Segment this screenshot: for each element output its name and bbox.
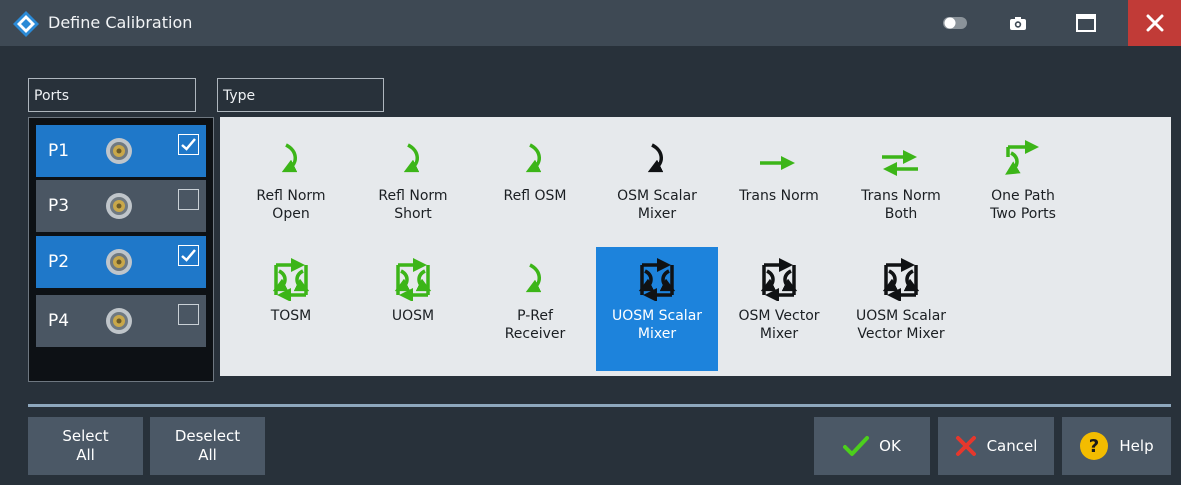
checkmark-icon xyxy=(843,436,870,456)
tile-label-line1: UOSM xyxy=(391,308,435,324)
refl-arrow-icon xyxy=(281,143,298,173)
tile-label-line2: Open xyxy=(272,206,310,222)
tile-label-line2: Mixer xyxy=(759,326,799,342)
type-uosm[interactable]: UOSM xyxy=(352,247,474,371)
window-title: Define Calibration xyxy=(48,13,193,32)
port-row-p1[interactable]: P1 xyxy=(36,125,206,177)
port-label: P4 xyxy=(48,311,70,331)
type-osm-vector-mixer[interactable]: OSM Vector Mixer xyxy=(718,247,840,371)
tile-label-line1: TOSM xyxy=(270,308,312,324)
tile-label-line1: Trans Norm xyxy=(861,188,941,204)
port-connector-icon xyxy=(106,138,132,164)
help-label: Help xyxy=(1119,437,1154,455)
ok-button[interactable]: OK xyxy=(814,417,930,475)
trans-arrow-icon xyxy=(760,156,795,170)
port-row-p2[interactable]: P2 xyxy=(36,236,206,288)
tile-label-line2: Receiver xyxy=(504,326,566,342)
tile-label-line1: Refl Norm xyxy=(378,188,448,204)
two-port-icon xyxy=(760,258,798,301)
tile-label-line2: Short xyxy=(394,206,432,222)
two-port-icon xyxy=(638,258,676,301)
tile-label-line1: UOSM Scalar xyxy=(611,308,703,324)
select-all-button[interactable]: Select All xyxy=(28,417,143,475)
port-connector-icon xyxy=(106,308,132,334)
close-icon xyxy=(1146,14,1163,32)
checkmark-icon xyxy=(181,138,196,151)
type-refl-osm[interactable]: Refl OSM xyxy=(474,127,596,251)
refl-arrow-icon xyxy=(525,263,542,293)
type-one-path-two-ports[interactable]: One Path Two Ports xyxy=(962,127,1084,251)
toggle-icon xyxy=(943,17,967,29)
tile-label-line1: One Path xyxy=(991,188,1055,204)
type-p-ref-receiver[interactable]: P-Ref Receiver xyxy=(474,247,596,371)
help-button[interactable]: ? Help xyxy=(1062,417,1171,475)
port-label: P2 xyxy=(48,252,70,272)
port-checkbox[interactable] xyxy=(178,189,199,210)
tile-label-line1: OSM Scalar xyxy=(617,188,697,204)
cancel-x-icon xyxy=(955,436,976,456)
type-uosm-scalar-vector-mixer[interactable]: UOSM Scalar Vector Mixer xyxy=(840,247,962,371)
title-bar: Define Calibration xyxy=(0,0,1181,46)
port-label: P3 xyxy=(48,196,70,216)
button-label-line2: All xyxy=(76,446,95,464)
button-label-line2: All xyxy=(198,446,217,464)
close-button[interactable] xyxy=(1128,0,1181,46)
tile-label-line1: OSM Vector xyxy=(738,308,820,324)
port-row-p3[interactable]: P3 xyxy=(36,180,206,232)
tile-label-line2: Two Ports xyxy=(990,206,1056,222)
cancel-label: Cancel xyxy=(986,437,1038,455)
ports-list: P1 P3 P2 P4 xyxy=(28,117,214,382)
tile-label-line1: Trans Norm xyxy=(739,188,819,204)
rs-logo-icon xyxy=(13,11,39,37)
type-tosm[interactable]: TOSM xyxy=(230,247,352,371)
maximize-button[interactable] xyxy=(1064,0,1108,46)
refl-arrow-icon xyxy=(403,143,420,173)
maximize-icon xyxy=(1076,14,1096,32)
help-glyph: ? xyxy=(1089,436,1099,457)
one-path-icon xyxy=(1005,140,1039,175)
deselect-all-button[interactable]: Deselect All xyxy=(150,417,265,475)
type-group-label: Type xyxy=(217,78,384,112)
tile-label-line1: UOSM Scalar xyxy=(855,308,947,324)
type-uosm-scalar-mixer[interactable]: UOSM Scalar Mixer xyxy=(596,247,718,371)
cancel-button[interactable]: Cancel xyxy=(938,417,1054,475)
calibration-type-grid: Refl Norm Open Refl Norm Short Refl OSM OS… xyxy=(220,117,1171,376)
port-row-p4[interactable]: P4 xyxy=(36,295,206,347)
toggle-transparency-button[interactable] xyxy=(933,0,977,46)
define-calibration-dialog: Define Calibration Ports Type P1 P3 P2 P… xyxy=(0,0,1181,485)
port-checkbox[interactable] xyxy=(178,245,199,266)
tile-label-line2: Mixer xyxy=(637,326,677,342)
two-port-icon xyxy=(882,258,920,301)
type-refl-norm-open[interactable]: Refl Norm Open xyxy=(230,127,352,251)
button-label-line1: Deselect xyxy=(174,427,241,445)
refl-arrow-icon xyxy=(647,143,664,173)
two-port-icon xyxy=(272,258,310,301)
button-label-line1: Select xyxy=(62,427,109,445)
port-checkbox[interactable] xyxy=(178,304,199,325)
tile-label-line2: Both xyxy=(884,206,918,222)
help-icon: ? xyxy=(1080,432,1109,460)
trans-both-icon xyxy=(882,150,918,176)
refl-arrow-icon xyxy=(525,143,542,173)
port-connector-icon xyxy=(106,193,132,219)
port-label: P1 xyxy=(48,141,70,161)
ok-label: OK xyxy=(879,437,901,455)
type-trans-norm-both[interactable]: Trans Norm Both xyxy=(840,127,962,251)
tile-label-line2: Vector Mixer xyxy=(857,326,945,342)
divider xyxy=(28,404,1171,407)
two-port-icon xyxy=(394,258,432,301)
tile-label-line1: Refl OSM xyxy=(503,188,567,204)
screenshot-button[interactable] xyxy=(996,0,1040,46)
tile-label-line1: Refl Norm xyxy=(256,188,326,204)
checkmark-icon xyxy=(181,249,196,262)
tile-label-line1: P-Ref xyxy=(517,308,553,324)
ports-group-label: Ports xyxy=(28,78,196,112)
type-refl-norm-short[interactable]: Refl Norm Short xyxy=(352,127,474,251)
port-connector-icon xyxy=(106,249,132,275)
type-osm-scalar-mixer[interactable]: OSM Scalar Mixer xyxy=(596,127,718,251)
type-trans-norm[interactable]: Trans Norm xyxy=(718,127,840,251)
tile-label-line2: Mixer xyxy=(637,206,677,222)
port-checkbox[interactable] xyxy=(178,134,199,155)
camera-icon xyxy=(1010,16,1026,30)
